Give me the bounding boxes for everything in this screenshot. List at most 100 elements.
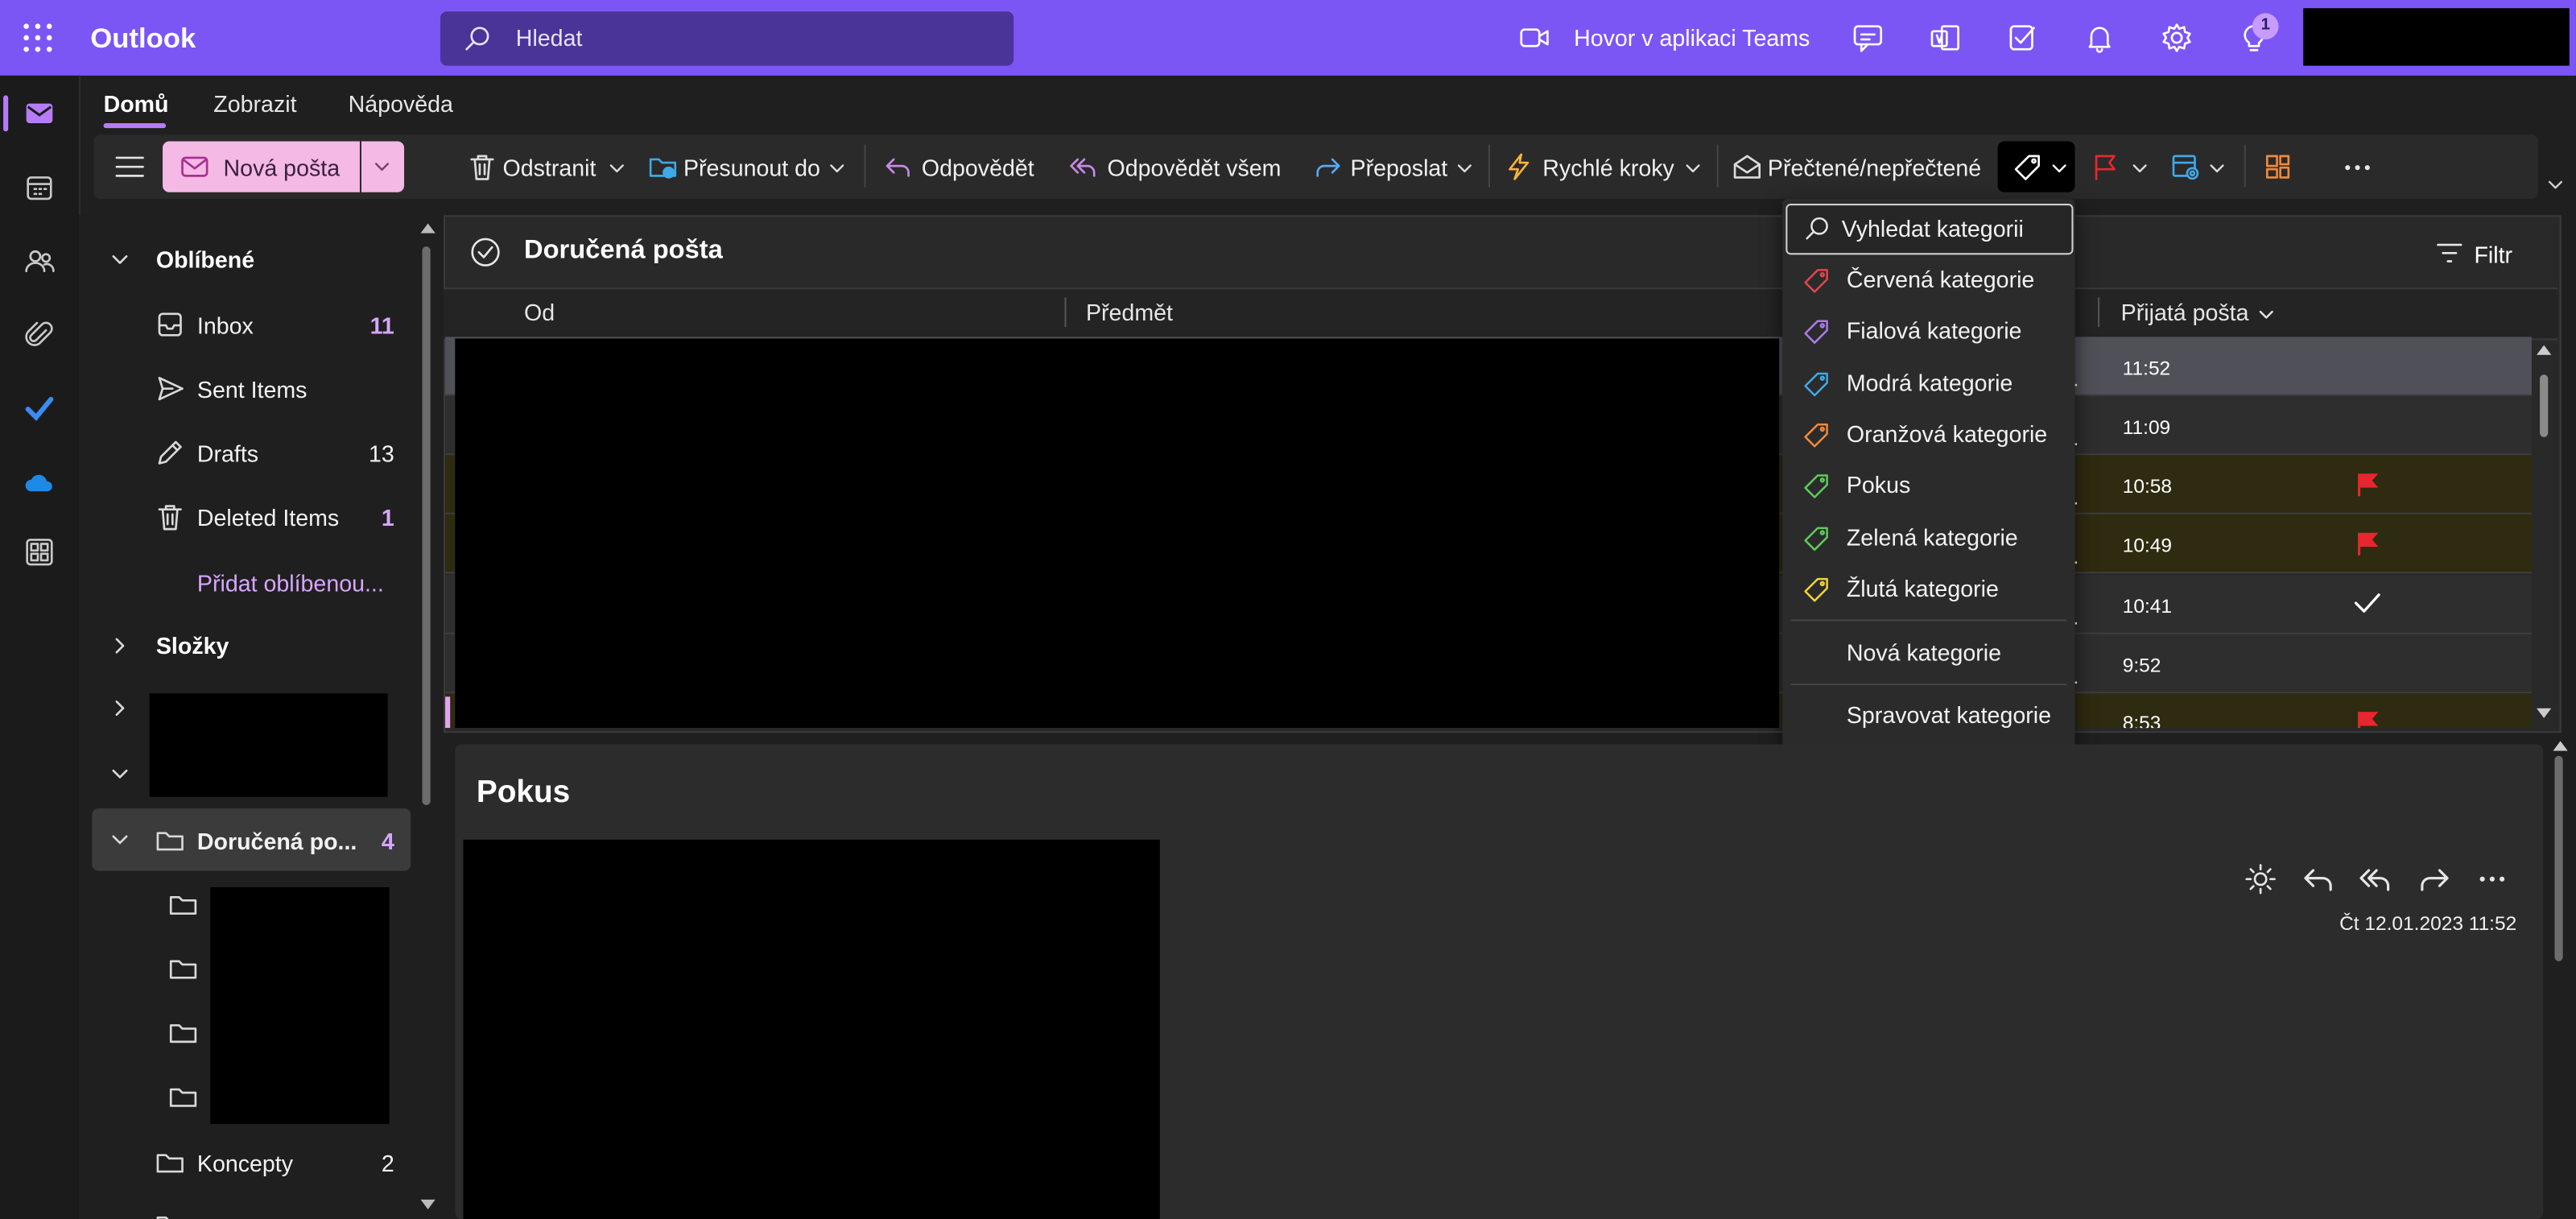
chevron-down-icon[interactable] (609, 161, 624, 176)
tab-help[interactable]: Nápověda (349, 90, 453, 117)
favorites-header[interactable]: Oblíbené (92, 230, 411, 289)
teams-call-label[interactable]: Hovor v aplikaci Teams (1574, 25, 1810, 52)
office-icon[interactable] (1929, 22, 1962, 55)
sun-icon[interactable] (2244, 862, 2277, 895)
column-divider[interactable] (1064, 297, 1067, 328)
column-subject[interactable]: Předmět (1086, 299, 1173, 325)
filter-icon[interactable] (2437, 242, 2463, 265)
tab-home[interactable]: Domů (104, 90, 169, 117)
open-envelope-icon[interactable] (1733, 153, 1761, 181)
reply-icon[interactable] (884, 153, 912, 181)
flag-icon[interactable] (2356, 531, 2380, 557)
forward-icon[interactable] (2418, 862, 2451, 895)
move-to-button[interactable]: Přesunout do (683, 155, 820, 181)
column-divider[interactable] (2098, 297, 2100, 328)
category-item-pokus[interactable]: Pokus (1847, 472, 1910, 498)
forward-icon[interactable] (1315, 153, 1343, 181)
flag-icon[interactable] (2091, 153, 2120, 181)
folder-item-drafts-cz[interactable]: Koncepty 2 (92, 1134, 411, 1192)
column-received[interactable]: Přijatá pošta (2121, 299, 2249, 325)
reply-all-icon[interactable] (1070, 153, 1098, 181)
chevron-down-icon[interactable] (2132, 161, 2147, 176)
categorize-button[interactable] (1997, 141, 2075, 192)
scroll-down-arrow-icon[interactable] (2536, 708, 2552, 718)
mail-icon[interactable] (23, 97, 56, 130)
delete-button[interactable]: Odstranit (502, 155, 596, 181)
rules-icon[interactable] (2172, 153, 2200, 181)
reply-button[interactable]: Odpovědět (922, 155, 1034, 181)
scroll-down-arrow-icon[interactable] (420, 1199, 436, 1210)
add-favorite-link[interactable]: Přidat oblíbenou... (197, 570, 384, 597)
category-item-red[interactable]: Červená kategorie (1847, 267, 2034, 293)
quick-steps-button[interactable]: Rychlé kroky (1542, 155, 1674, 181)
trash-icon[interactable] (469, 153, 497, 181)
reply-all-button[interactable]: Odpovědět všem (1107, 155, 1281, 181)
app-title[interactable]: Outlook (90, 23, 196, 56)
chevron-down-icon[interactable] (112, 766, 128, 782)
chat-icon[interactable] (1852, 22, 1885, 55)
checkmark-icon[interactable] (2354, 592, 2380, 615)
scroll-up-arrow-icon[interactable] (420, 223, 436, 233)
todo-check-icon[interactable] (23, 393, 56, 426)
chevron-down-icon[interactable] (830, 161, 844, 176)
paperclip-icon[interactable] (23, 319, 56, 352)
folder-item-inbox[interactable]: Inbox 11 (92, 295, 411, 354)
folder-icon[interactable] (156, 1211, 184, 1219)
flag-icon[interactable] (2356, 710, 2380, 729)
select-all-icon[interactable] (470, 237, 502, 268)
folder-move-icon[interactable] (649, 153, 677, 181)
category-item-blue[interactable]: Modrá kategorie (1847, 370, 2013, 396)
category-search-box[interactable]: Vyhledat kategorii (1785, 204, 2074, 255)
onedrive-icon[interactable] (23, 467, 56, 500)
folder-icon[interactable] (169, 890, 197, 919)
filter-button[interactable]: Filtr (2474, 242, 2512, 268)
forward-button[interactable]: Přeposlat (1351, 155, 1448, 181)
category-item-orange[interactable]: Oranžová kategorie (1847, 420, 2047, 447)
search-input[interactable]: Hledat (516, 25, 583, 52)
hamburger-icon[interactable] (115, 153, 145, 181)
list-scrollbar[interactable] (2540, 374, 2549, 437)
category-search-input[interactable]: Vyhledat kategorii (1842, 215, 2024, 242)
video-call-icon[interactable] (1518, 22, 1551, 55)
flag-icon[interactable] (2356, 472, 2380, 498)
read-unread-button[interactable]: Přečtené/nepřečtené (1768, 155, 1981, 181)
folder-item-sent[interactable]: Sent Items (92, 360, 411, 419)
column-from[interactable]: Od (524, 299, 555, 325)
more-options-icon[interactable] (2479, 876, 2506, 882)
folder-scrollbar[interactable] (422, 246, 431, 805)
new-category-item[interactable]: Nová kategorie (1847, 639, 2001, 666)
chevron-down-icon[interactable] (2259, 308, 2273, 322)
more-options-icon[interactable] (2344, 164, 2371, 171)
folder-icon[interactable] (169, 955, 197, 983)
new-mail-dropdown-button[interactable] (361, 141, 405, 192)
category-item-purple[interactable]: Fialová kategorie (1847, 317, 2022, 344)
reply-all-icon[interactable] (2359, 862, 2392, 895)
reading-pane-scrollbar[interactable] (2554, 755, 2563, 961)
app-launcher-icon[interactable] (23, 23, 53, 53)
reply-icon[interactable] (2301, 862, 2334, 895)
scroll-up-arrow-icon[interactable] (2553, 741, 2568, 751)
category-item-green[interactable]: Zelená kategorie (1847, 524, 2018, 551)
people-icon[interactable] (23, 245, 56, 278)
chevron-right-icon[interactable] (112, 700, 128, 717)
chevron-down-icon[interactable] (1457, 161, 1472, 176)
folder-item-deleted[interactable]: Deleted Items 1 (92, 488, 411, 547)
todo-icon[interactable] (2006, 22, 2039, 55)
apps-icon[interactable] (23, 535, 56, 568)
gear-icon[interactable] (2161, 22, 2194, 55)
lightning-icon[interactable] (1505, 153, 1533, 181)
chevron-down-icon[interactable] (1686, 161, 1700, 176)
scroll-up-arrow-icon[interactable] (2536, 345, 2552, 355)
calendar-icon[interactable] (23, 171, 56, 204)
new-mail-button[interactable]: Nová pošta (163, 141, 360, 192)
chevron-down-icon[interactable] (2548, 177, 2563, 192)
bell-icon[interactable] (2083, 22, 2116, 55)
search-box[interactable]: Hledat (440, 11, 1014, 66)
manage-categories-item[interactable]: Spravovat kategorie (1847, 701, 2051, 728)
category-item-yellow[interactable]: Žlutá kategorie (1847, 575, 1999, 601)
folders-header[interactable]: Složky (92, 616, 411, 675)
folder-icon[interactable] (169, 1083, 197, 1111)
tab-view[interactable]: Zobrazit (213, 90, 296, 117)
chevron-down-icon[interactable] (2210, 161, 2224, 176)
folder-item-drafts[interactable]: Drafts 13 (92, 424, 411, 483)
